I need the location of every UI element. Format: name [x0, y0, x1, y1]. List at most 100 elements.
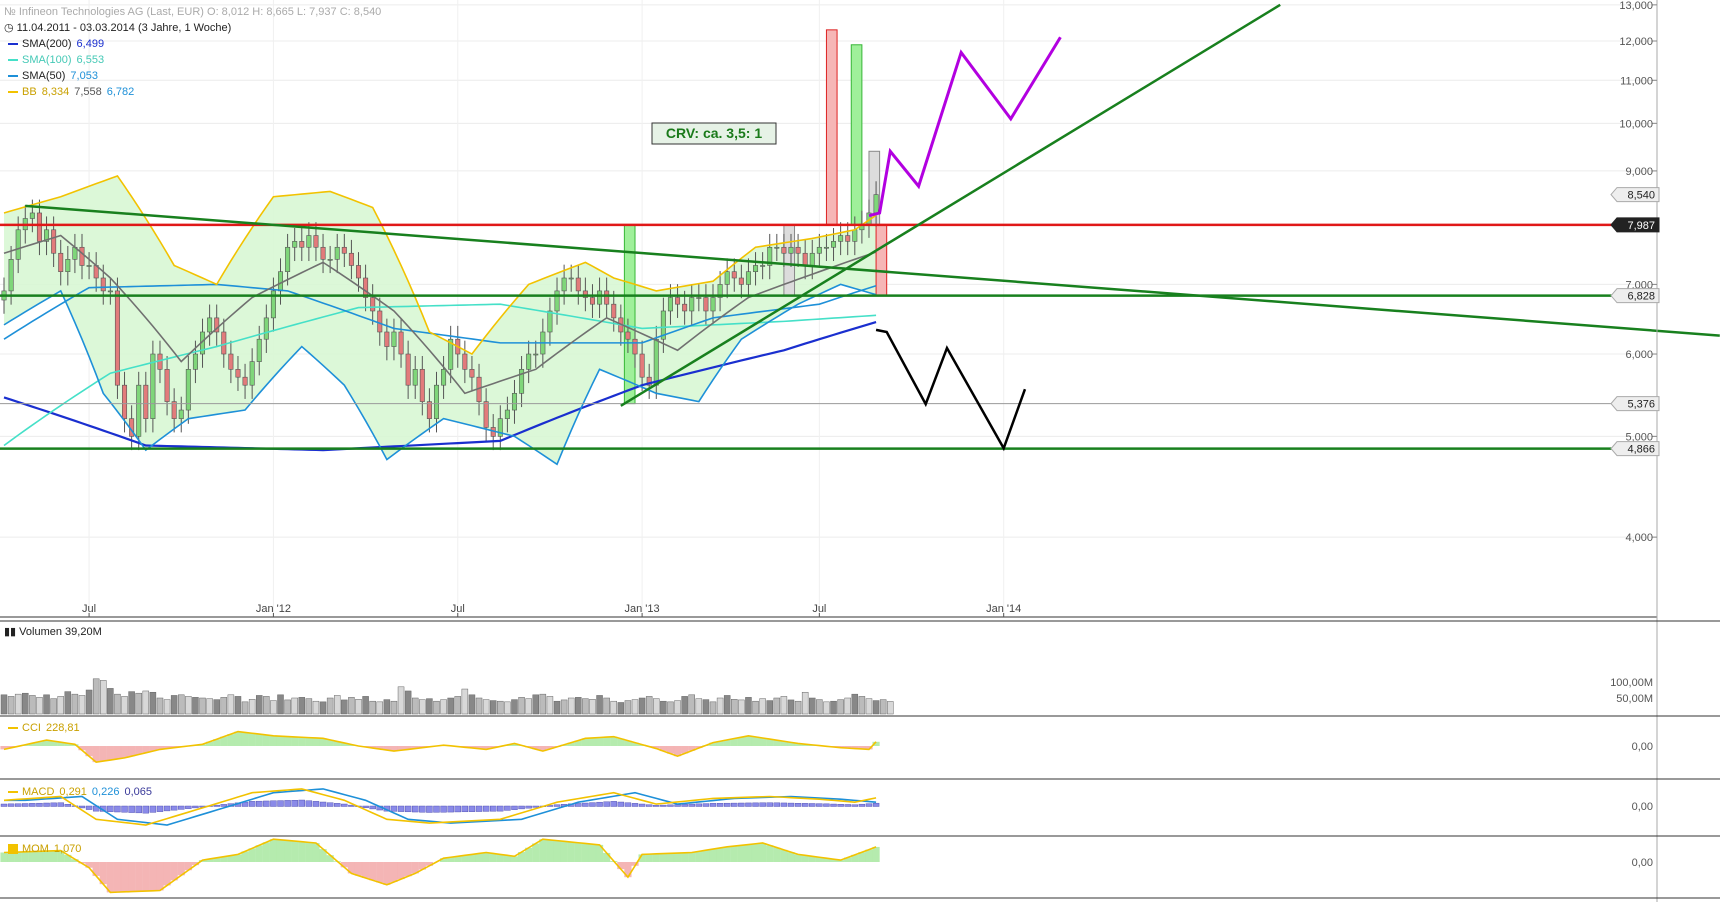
volume-bar [682, 696, 688, 714]
volume-bar [660, 701, 666, 714]
macd-histogram-bar [178, 806, 184, 809]
macd-histogram-bar [597, 802, 603, 806]
volume-tick-label: 50,00M [1616, 693, 1653, 705]
oscillator-area [716, 848, 723, 862]
macd-swatch [8, 791, 18, 793]
candle-body [470, 369, 474, 377]
macd-histogram-bar [157, 806, 163, 812]
macd-histogram-bar [320, 802, 326, 806]
oscillator-area [298, 737, 305, 746]
legend-value: 6,782 [107, 86, 135, 98]
volume-bar [823, 702, 829, 714]
volume-bar [873, 701, 879, 714]
macd-histogram-bar [270, 801, 276, 807]
oscillator-area [546, 840, 553, 862]
macd-histogram-bar [171, 806, 177, 810]
oscillator-area [263, 735, 270, 746]
legend-sma200[interactable]: SMA(200)6,499 [8, 36, 104, 52]
volume-bar [703, 700, 709, 714]
macd-histogram-bar [469, 806, 475, 812]
volume-bar [526, 699, 532, 714]
macd-legend[interactable]: MACD0,2910,2260,065 [8, 784, 152, 800]
candle-body [328, 259, 332, 260]
candle-body [838, 236, 842, 242]
candle-body [534, 354, 538, 355]
candle-body [548, 311, 552, 332]
oscillator-area [681, 853, 688, 862]
macd-histogram-bar [391, 806, 397, 811]
volume-bar [256, 695, 262, 714]
volume-bar [859, 696, 865, 714]
volume-bar [639, 698, 645, 714]
candle-body [612, 304, 616, 318]
volume-bar [597, 695, 603, 714]
macd-histogram-bar [263, 801, 269, 807]
candle-body [392, 332, 396, 347]
oscillator-area [872, 847, 879, 862]
volume-bar [93, 679, 99, 714]
macd-histogram-bar [788, 803, 794, 806]
volume-bar [341, 700, 347, 714]
oscillator-area [107, 746, 114, 760]
x-tick-label: Jan '13 [625, 603, 660, 615]
volume-bar [51, 699, 57, 714]
oscillator-area [865, 850, 872, 862]
oscillator-area [759, 843, 766, 862]
oscillator-area [709, 849, 716, 862]
macd-histogram-bar [412, 806, 418, 812]
candle-body [292, 241, 296, 247]
volume-bar [611, 701, 617, 714]
macd-histogram-bar [107, 806, 113, 812]
macd-histogram-bar [823, 804, 829, 807]
macd-histogram-bar [306, 801, 312, 807]
price-tag-label: 5,376 [1627, 399, 1655, 411]
legend-sma50[interactable]: SMA(50)7,053 [8, 68, 98, 84]
macd-histogram-bar [249, 801, 255, 806]
oscillator-area [114, 746, 121, 759]
macd-histogram-bar [256, 801, 262, 806]
macd-histogram-bar [519, 806, 525, 809]
volume-bar [306, 699, 312, 714]
mom-legend[interactable]: MOM 1,070 [8, 841, 81, 857]
volume-bar [838, 700, 844, 714]
candle-body [697, 298, 701, 299]
legend-sma100[interactable]: SMA(100)6,553 [8, 52, 104, 68]
volume-legend[interactable]: ▮▮ Volumen 39,20M [4, 624, 102, 640]
volume-bar [207, 699, 213, 714]
volume-bar [278, 695, 284, 714]
cci-legend[interactable]: CCI228,81 [8, 720, 80, 736]
oscillator-area [589, 844, 596, 862]
oscillator-area [284, 840, 291, 862]
macd-title: MACD [22, 786, 54, 798]
oscillator-area [291, 841, 298, 862]
mom-value: 1,070 [54, 843, 82, 855]
macd-histogram-bar [710, 803, 716, 806]
sub-panels: 100,00M50,00M0,000,000,00 [0, 621, 1720, 898]
macd-histogram-bar [292, 800, 298, 806]
macd-histogram-bar [667, 805, 673, 807]
macd-histogram-bar [767, 803, 773, 807]
volume-bar [469, 695, 475, 714]
oscillator-area [674, 853, 681, 862]
macd-histogram-bar [554, 805, 560, 807]
oscillator-area [128, 862, 135, 892]
volume-bar [533, 695, 539, 714]
macd-histogram-bar [511, 806, 517, 810]
candle-body [775, 247, 779, 248]
mom-title: MOM [22, 843, 49, 855]
oscillator-area [121, 862, 128, 892]
volume-bar [171, 695, 177, 714]
macd-histogram-bar [575, 803, 581, 806]
candle-body [385, 332, 389, 347]
macd-histogram-bar [51, 803, 57, 807]
volume-bar [129, 692, 135, 714]
volume-bar [377, 702, 383, 714]
macd-histogram-bar [129, 806, 135, 813]
volume-bar [299, 697, 305, 714]
oscillator-area [142, 862, 149, 891]
legend-bb[interactable]: BB8,3347,5586,782 [8, 84, 134, 100]
macd-histogram-bar [221, 804, 227, 806]
volume-bar [178, 695, 184, 714]
candle-body [725, 272, 729, 285]
volume-value: 39,20M [65, 626, 102, 638]
